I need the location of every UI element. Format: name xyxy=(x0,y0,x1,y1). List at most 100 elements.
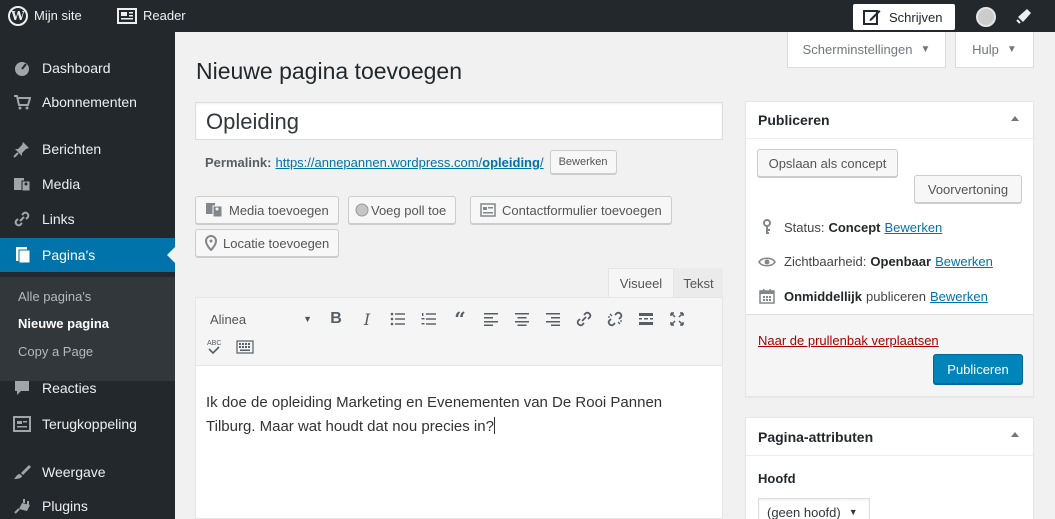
numbered-list-icon[interactable] xyxy=(417,306,441,332)
permalink-link[interactable]: https://annepannen.wordpress.com/opleidi… xyxy=(275,155,543,170)
help-tab[interactable]: Hulp ▼ xyxy=(955,32,1034,68)
reader-icon[interactable] xyxy=(117,0,137,32)
sidebar-item-label: Media xyxy=(42,176,81,192)
key-icon xyxy=(758,219,776,235)
pin-icon xyxy=(12,139,32,159)
sidebar-item-subscriptions[interactable]: Abonnementen xyxy=(0,85,175,119)
write-button[interactable]: Schrijven xyxy=(853,4,955,30)
sidebar-item-appearance[interactable]: Weergave xyxy=(0,455,175,489)
format-select[interactable]: Alinea ▼ xyxy=(204,306,320,332)
editor-toolbar: Alinea ▼ B I “ ABC xyxy=(196,298,722,366)
save-draft-button[interactable]: Opslaan als concept xyxy=(757,149,898,177)
status-edit-link[interactable]: Bewerken xyxy=(884,220,942,235)
post-title-input[interactable]: Opleiding xyxy=(195,102,723,140)
notifications-icon[interactable] xyxy=(1015,7,1033,25)
visibility-row: Zichtbaarheid: Openbaar Bewerken xyxy=(758,254,993,269)
link-icon xyxy=(12,209,32,229)
add-media-button[interactable]: Media toevoegen xyxy=(195,196,339,224)
status-label: Status: xyxy=(784,219,825,235)
bullet-list-icon[interactable] xyxy=(386,306,410,332)
contact-form-button[interactable]: Contactformulier toevoegen xyxy=(470,196,672,224)
page-attributes-box: Pagina-attributen Hoofd (geen hoofd) ▼ xyxy=(745,417,1034,519)
page-attributes-heading: Pagina-attributen xyxy=(758,428,874,445)
calendar-icon xyxy=(758,288,776,304)
submenu-all-pages[interactable]: Alle pagina's xyxy=(18,289,91,304)
sidebar-item-label: Berichten xyxy=(42,141,102,157)
tab-visual[interactable]: Visueel xyxy=(608,268,674,298)
publish-box: Publiceren Opslaan als concept Voorverto… xyxy=(745,101,1034,397)
sidebar-item-feedback[interactable]: Terugkoppeling xyxy=(0,407,175,441)
toolbar-toggle-icon[interactable] xyxy=(233,334,257,360)
cart-icon xyxy=(12,92,32,112)
sidebar-item-label: Pagina's xyxy=(42,247,96,263)
collapse-arrow-icon[interactable] xyxy=(1011,432,1019,437)
add-poll-label: Voeg poll toe xyxy=(371,202,447,218)
submenu-copy-page[interactable]: Copy a Page xyxy=(18,344,93,359)
align-left-icon[interactable] xyxy=(479,306,503,332)
parent-select-value: (geen hoofd) xyxy=(767,504,841,519)
add-location-label: Locatie toevoegen xyxy=(223,235,330,251)
read-more-icon[interactable] xyxy=(634,306,658,332)
pages-submenu: Alle pagina's Nieuwe pagina Copy a Page xyxy=(0,277,175,381)
media-icon xyxy=(205,202,223,218)
schedule-value: Onmiddellijk xyxy=(784,288,863,304)
blockquote-icon[interactable]: “ xyxy=(448,306,472,332)
permalink-edit-button[interactable]: Bewerken xyxy=(549,150,617,174)
feedback-icon xyxy=(12,414,32,434)
visibility-value: Openbaar xyxy=(870,254,932,269)
tab-text[interactable]: Tekst xyxy=(674,268,723,298)
move-to-trash-link[interactable]: Naar de prullenbak verplaatsen xyxy=(758,333,939,348)
sidebar-item-links[interactable]: Links xyxy=(0,202,175,236)
my-site-link[interactable]: Mijn site xyxy=(34,0,82,32)
sidebar-item-comments[interactable]: Reacties xyxy=(0,371,175,405)
sidebar-item-dashboard[interactable]: Dashboard xyxy=(0,51,175,85)
format-select-value: Alinea xyxy=(210,311,247,327)
align-center-icon[interactable] xyxy=(510,306,534,332)
plugin-icon xyxy=(12,496,32,516)
sidebar-item-plugins[interactable]: Plugins xyxy=(0,489,175,519)
editor-content[interactable]: Ik doe de opleiding Marketing en Eveneme… xyxy=(206,391,706,439)
spellcheck-icon[interactable]: ABC xyxy=(202,334,226,360)
add-location-button[interactable]: Locatie toevoegen xyxy=(195,229,340,257)
content-paragraph-line1: Ik doe de opleiding Marketing en Eveneme… xyxy=(206,394,663,411)
sidebar-item-label: Weergave xyxy=(42,464,106,480)
pages-icon xyxy=(12,245,32,265)
align-right-icon[interactable] xyxy=(541,306,565,332)
sidebar-item-label: Terugkoppeling xyxy=(42,416,137,432)
publish-actions: Naar de prullenbak verplaatsen Publicere… xyxy=(746,314,1033,396)
sidebar-item-media[interactable]: Media xyxy=(0,167,175,201)
sidebar-item-label: Links xyxy=(42,211,75,227)
submenu-new-page[interactable]: Nieuwe pagina xyxy=(18,316,109,331)
page-attributes-header[interactable]: Pagina-attributen xyxy=(746,418,1033,456)
avatar[interactable] xyxy=(976,7,996,27)
parent-select[interactable]: (geen hoofd) ▼ xyxy=(758,498,870,519)
wordpress-logo-icon[interactable]: W xyxy=(8,0,28,32)
bold-icon[interactable]: B xyxy=(324,306,348,332)
parent-label: Hoofd xyxy=(758,471,796,486)
add-poll-button[interactable]: Voeg poll toe xyxy=(348,196,457,224)
permalink-base: https://annepannen.wordpress.com/ xyxy=(275,154,483,170)
schedule-edit-link[interactable]: Bewerken xyxy=(930,289,988,304)
screen-options-tab[interactable]: Scherminstellingen ▼ xyxy=(787,32,946,68)
add-media-label: Media toevoegen xyxy=(229,202,329,218)
visibility-label: Zichtbaarheid: xyxy=(784,254,867,269)
publish-button[interactable]: Publiceren xyxy=(933,354,1023,384)
reader-link[interactable]: Reader xyxy=(143,0,186,32)
svg-text:ABC: ABC xyxy=(207,340,221,347)
permalink-row: Permalink: https://annepannen.wordpress.… xyxy=(205,150,617,174)
visibility-edit-link[interactable]: Bewerken xyxy=(935,254,993,269)
insert-link-icon[interactable] xyxy=(572,306,596,332)
unlink-icon[interactable] xyxy=(603,306,627,332)
content-editor: Alinea ▼ B I “ ABC Ik doe de opleiding M… xyxy=(195,297,723,519)
publish-box-header[interactable]: Publiceren xyxy=(746,102,1033,139)
sidebar-item-label: Dashboard xyxy=(42,60,111,76)
permalink-slug: opleiding xyxy=(482,154,540,170)
italic-icon[interactable]: I xyxy=(355,306,379,332)
eye-icon xyxy=(758,256,776,268)
fullscreen-icon[interactable] xyxy=(665,306,689,332)
admin-bar: W Mijn site Reader Schrijven xyxy=(0,0,1055,32)
collapse-arrow-icon[interactable] xyxy=(1011,116,1019,121)
sidebar-item-posts[interactable]: Berichten xyxy=(0,132,175,166)
sidebar-item-pages[interactable]: Pagina's xyxy=(0,238,175,272)
preview-button[interactable]: Voorvertoning xyxy=(914,175,1022,203)
